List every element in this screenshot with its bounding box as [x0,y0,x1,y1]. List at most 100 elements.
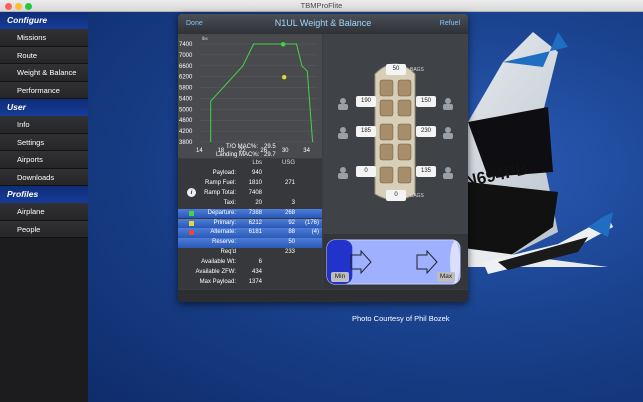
cg-envelope-outline [210,43,314,143]
table-cell-lbl: Payload: [212,170,236,176]
table-cell-v1: 7408 [248,189,262,196]
table-cell-v2: 3 [291,199,295,206]
seat-row2-right-weight[interactable]: 230 [416,126,436,137]
table-header: Lbs USG [178,159,322,169]
table-cell-lbl: Max Payload: [199,278,236,285]
table-cell-lbl: Alternate: [210,229,236,236]
status-dot-icon [189,210,194,216]
table-cell-lbl: Available Wt: [201,259,236,266]
cg-point [282,74,287,80]
table-cell-v1: 7388 [248,209,262,216]
table-cell-v1: 6212 [248,219,262,226]
seat-row1-right-weight[interactable]: 150 [416,96,436,107]
sidebar-section-user: User [0,99,88,116]
landing-mac-label: Landing MAC%: [216,152,260,158]
x-tick-label: 34 [303,148,310,154]
fuel-gauge: Min Max [323,234,468,289]
table-row: Primary: 6212 92 (176) [178,218,322,229]
aft-bags-label: BAGS [410,193,424,199]
photo-credit: Photo Courtesy of Phil Bozek [352,314,450,323]
seat-row1-left-weight[interactable]: 190 [356,96,376,107]
table-cell-v2: 271 [284,179,295,186]
table-cell-lbl: Ramp Fuel: [204,179,236,186]
table-row: Taxi: 20 3 [178,199,322,209]
sidebar-section-profiles: Profiles [0,186,88,203]
front-bags-weight[interactable]: 50 [386,64,406,75]
status-dot-icon [189,230,194,236]
header-usg: USG [281,160,295,166]
table-row: Available Wt: 6 [178,258,322,268]
table-cell-lbl: Primary: [213,219,236,226]
sidebar-item-performance[interactable]: Performance [0,81,88,99]
window-titlebar: TBMProFlite [0,0,643,12]
y-tick-labels: 7400 7000 6600 6200 5800 5400 5000 4600 4200 3800 [179,42,193,146]
table-cell-v1: 1810 [248,179,262,186]
sidebar-section-configure: Configure [0,12,88,29]
sidebar-item-weight-balance[interactable]: Weight & Balance [0,64,88,82]
table-cell-v1: 434 [251,269,262,275]
seat-row3-left-weight[interactable]: 0 [356,166,376,177]
x-tick-label: 14 [196,148,203,154]
table-cell-v2: 50 [288,239,295,246]
y-tick-label: 3800 [179,140,193,146]
sidebar-item-info[interactable]: Info [0,116,88,134]
table-cell-v1: 6181 [248,229,262,236]
seat-row3-right-weight[interactable]: 135 [416,166,436,177]
table-cell-v1: 940 [251,170,262,176]
info-icon[interactable]: i [187,188,196,197]
sidebar-item-airplane[interactable]: Airplane [0,203,88,221]
panel-footer [178,290,468,302]
table-row: Alternate: 6181 88 (4) [178,228,322,239]
y-axis-label: lbs [202,36,209,41]
table-cell-v2: 92 [288,219,295,226]
y-tick-label: 7400 [179,42,193,48]
window-title: TBMProFlite [300,1,343,10]
table-cell-v2: 88 [288,229,295,236]
sidebar-item-downloads[interactable]: Downloads [0,168,88,186]
takeoff-mac-label: T/O MAC%: [226,144,258,150]
y-tick-label: 5800 [179,86,193,92]
front-bags-label: BAGS [410,67,424,73]
seating-diagram: 50 BAGS 190 150 185 230 0 135 0 BAGS [323,34,468,234]
table-cell-lbl: Departure: [207,209,236,216]
weight-table: Lbs USG Payload: 940 Ramp Fuel: 1810 271 Ramp… [178,159,322,289]
panel-header: Done N1UL Weight & Balance Refuel [178,14,468,34]
table-cell-v1: 20 [255,199,262,206]
seat-row2-left-weight[interactable]: 185 [356,126,376,137]
y-tick-label: 4600 [179,118,193,124]
weight-balance-panel: Done N1UL Weight & Balance Refuel lbs 74… [178,14,468,302]
y-tick-label: 5000 [179,107,193,113]
y-tick-label: 7000 [179,53,193,59]
table-cell-v2: 268 [284,209,295,216]
cg-points [280,42,287,80]
sidebar: Configure Missions Route Weight & Balanc… [0,12,88,402]
cg-point [280,42,286,47]
refuel-button[interactable]: Refuel [440,20,460,27]
table-cell-v1: 1374 [248,278,262,285]
cg-envelope-chart: lbs 7400 7000 6600 6200 5800 5400 5000 4600 4200… [178,34,322,158]
landing-mac-value: 29.7 [264,152,276,158]
y-tick-label: 5400 [179,96,193,102]
status-dot-icon [189,220,194,226]
y-tick-label: 6600 [179,64,193,70]
y-tick-label: 6200 [179,75,193,81]
aft-bags-weight[interactable]: 0 [386,190,406,201]
table-cell-v3: (176) [304,219,319,226]
x-tick-label: 30 [282,148,289,154]
table-cell-lbl: Available ZFW: [195,269,236,275]
sidebar-item-airports[interactable]: Airports [0,151,88,169]
table-row: Reserve: 50 [178,238,322,249]
sidebar-item-settings[interactable]: Settings [0,133,88,151]
table-row: Ramp Total: 7408 [178,189,322,199]
fuel-max-button[interactable]: Max [437,272,455,282]
table-row: Ramp Fuel: 1810 271 [178,179,322,189]
table-row: Available ZFW: 434 [178,268,322,278]
table-cell-v3: (4) [311,229,319,236]
table-row: Payload: 940 [178,169,322,179]
sidebar-item-missions[interactable]: Missions [0,29,88,47]
y-tick-label: 4200 [179,129,193,135]
sidebar-item-people[interactable]: People [0,220,88,238]
table-cell-lbl: Reserve: [211,239,236,246]
sidebar-item-route[interactable]: Route [0,46,88,64]
fuel-min-button[interactable]: Min [331,272,349,282]
